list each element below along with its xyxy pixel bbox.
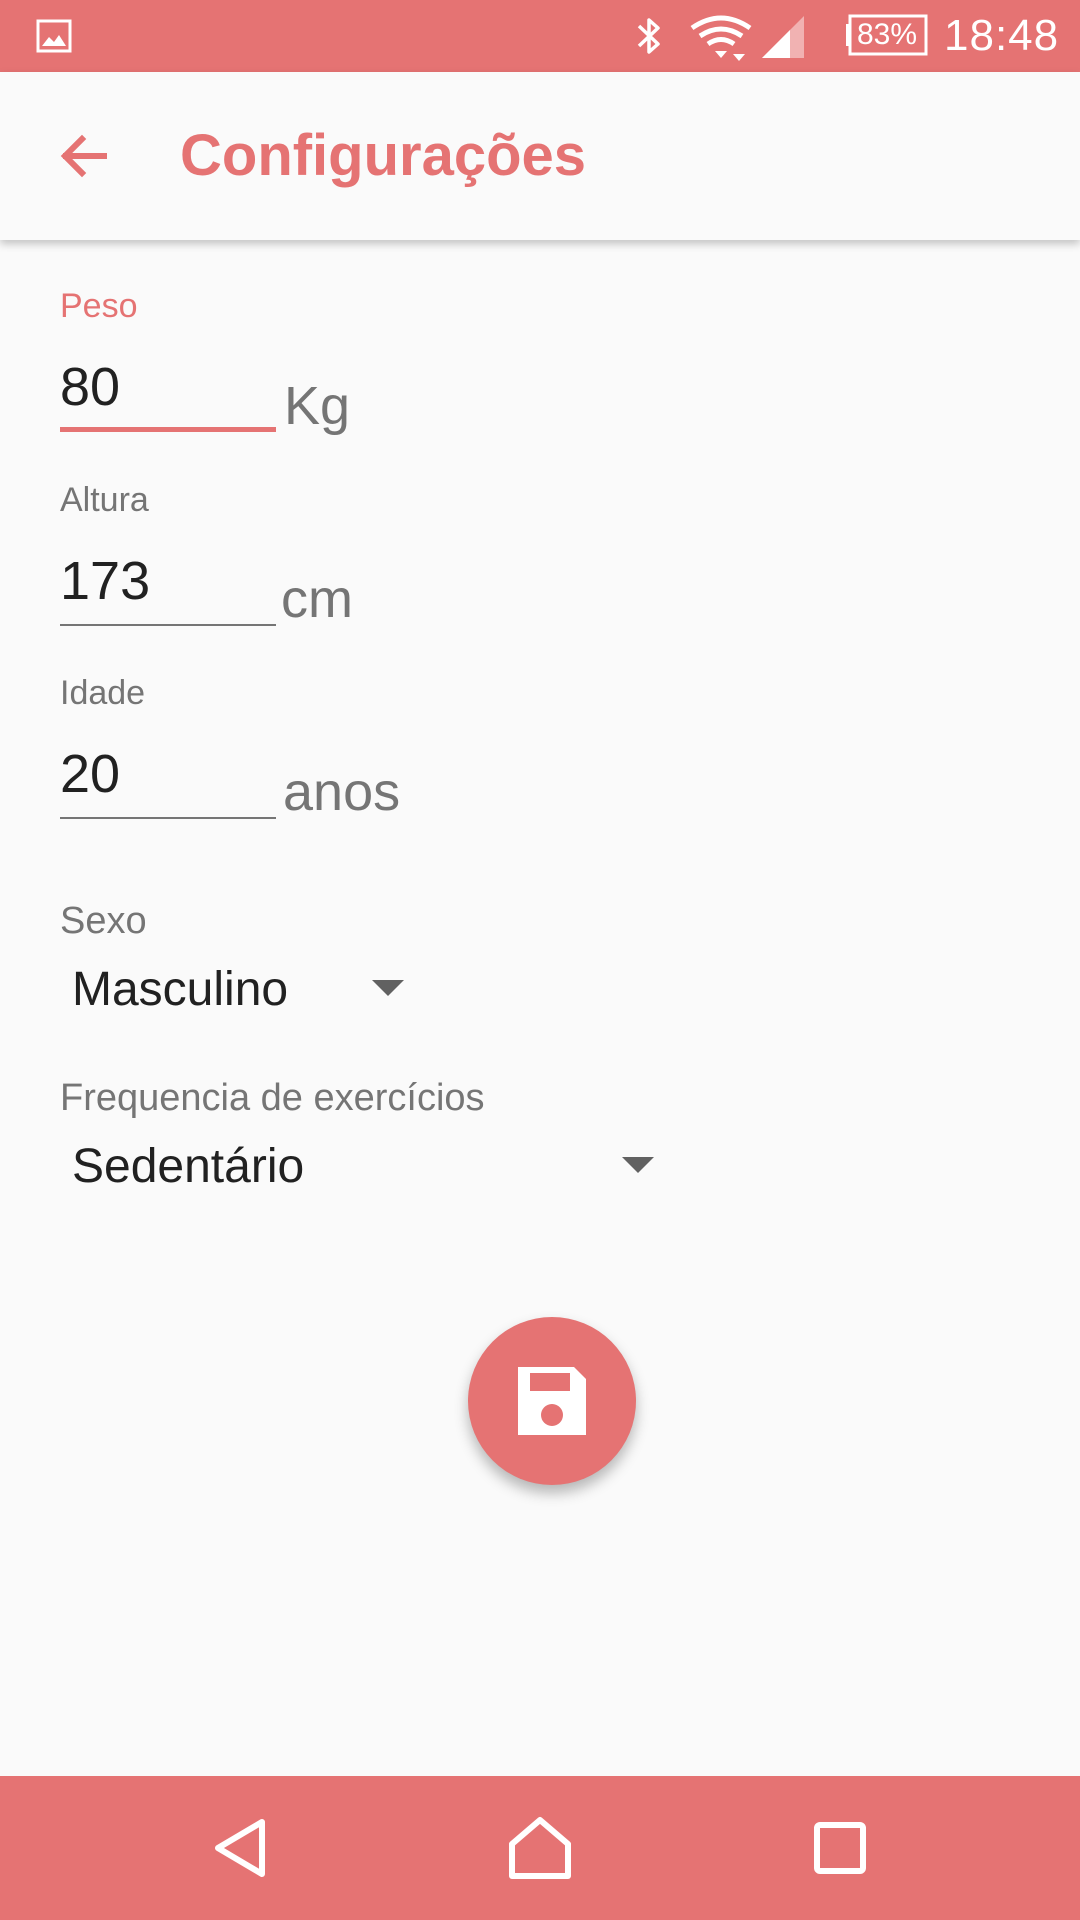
image-notification-icon <box>36 19 72 53</box>
weight-input[interactable]: 80 <box>60 352 276 432</box>
age-input[interactable]: 20 <box>60 739 276 819</box>
status-clock: 18:48 <box>944 11 1060 60</box>
sex-selected-value: Masculino <box>72 963 289 1016</box>
sex-spinner[interactable]: Masculino <box>60 950 420 1030</box>
nav-back-button[interactable] <box>200 1808 280 1888</box>
app-bar: Configurações <box>0 72 1080 240</box>
frequency-spinner[interactable]: Sedentário <box>60 1127 670 1207</box>
height-unit: cm <box>281 569 353 629</box>
cell-signal-icon <box>762 16 804 58</box>
nav-recents-button[interactable] <box>800 1808 880 1888</box>
frequency-selected-value: Sedentário <box>72 1140 305 1193</box>
wifi-icon <box>690 15 752 61</box>
height-input[interactable]: 173 <box>60 546 276 626</box>
back-button[interactable] <box>40 112 128 200</box>
frequency-label: Frequencia de exercícios <box>60 1077 485 1119</box>
bluetooth-icon <box>637 18 660 54</box>
dropdown-arrow-icon <box>622 1157 654 1173</box>
navigation-bar <box>0 1776 1080 1920</box>
age-label: Idade <box>60 674 146 712</box>
dropdown-arrow-icon <box>372 980 404 996</box>
height-label: Altura <box>60 481 149 519</box>
status-bar: 83% 18:48 <box>0 0 1080 72</box>
page-title: Configurações <box>180 123 587 188</box>
sex-label: Sexo <box>60 900 147 942</box>
nav-home-button[interactable] <box>500 1808 580 1888</box>
age-unit: anos <box>283 762 401 822</box>
weight-unit: Kg <box>284 376 351 436</box>
battery-percentage: 83% <box>856 18 918 51</box>
back-triangle-icon <box>215 1819 265 1877</box>
save-fab-button[interactable] <box>468 1317 636 1485</box>
arrow-back-icon <box>60 134 107 178</box>
home-icon <box>509 1817 571 1879</box>
recents-icon <box>814 1822 866 1874</box>
save-icon <box>518 1367 586 1435</box>
weight-label: Peso <box>60 287 138 325</box>
